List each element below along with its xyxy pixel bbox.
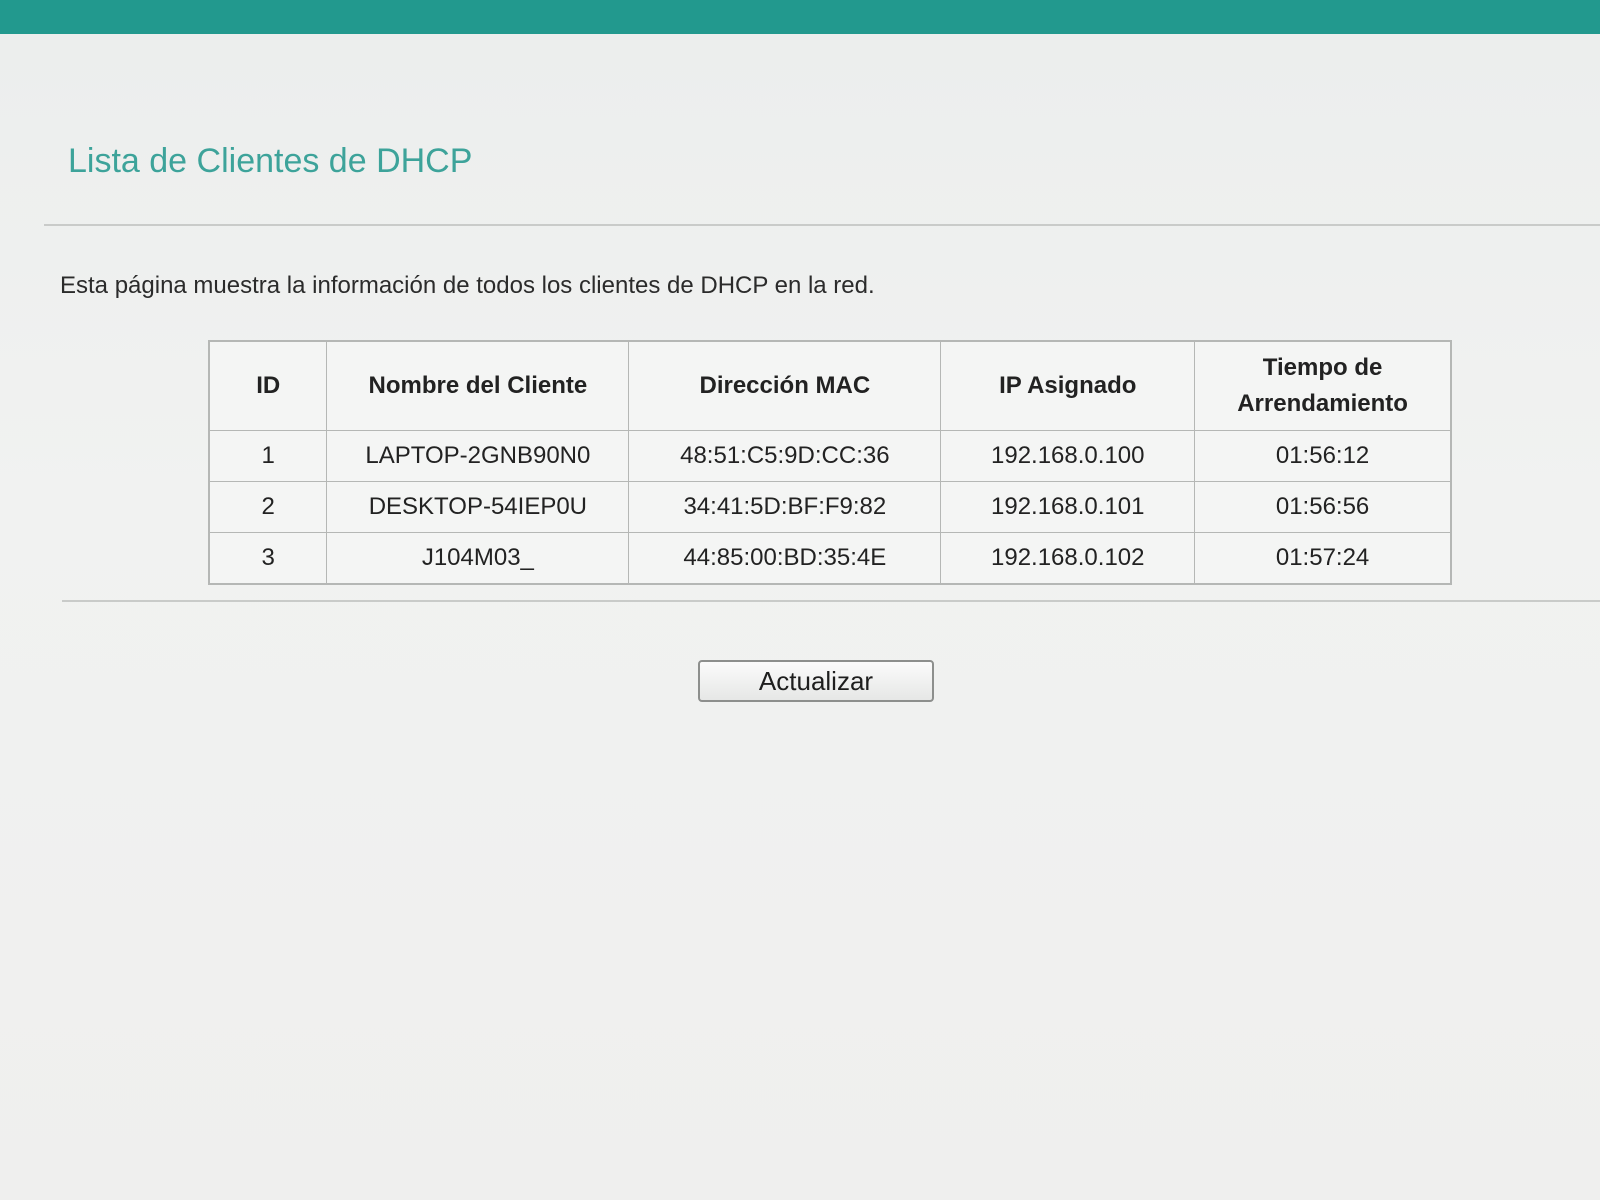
header-id: ID bbox=[208, 340, 328, 431]
header-assigned-ip: IP Asignado bbox=[940, 340, 1196, 431]
header-lease-time-line2: Arrendamiento bbox=[1237, 390, 1408, 417]
cell-mac-address: 34:41:5D:BF:F9:82 bbox=[628, 481, 942, 533]
dhcp-clients-table: ID Nombre del Cliente Dirección MAC IP A… bbox=[208, 340, 1452, 585]
table-header-row: ID Nombre del Cliente Dirección MAC IP A… bbox=[208, 340, 1452, 431]
cell-assigned-ip: 192.168.0.101 bbox=[940, 481, 1196, 533]
table-row: 3 J104M03_ 44:85:00:BD:35:4E 192.168.0.1… bbox=[208, 532, 1452, 585]
cell-lease-time: 01:56:12 bbox=[1194, 430, 1452, 482]
cell-lease-time: 01:56:56 bbox=[1194, 481, 1452, 533]
header-client-name: Nombre del Cliente bbox=[326, 340, 630, 431]
cell-lease-time: 01:57:24 bbox=[1194, 532, 1452, 585]
page-content: Lista de Clientes de DHCP Esta página mu… bbox=[0, 34, 1600, 1200]
refresh-button[interactable]: Actualizar bbox=[698, 660, 934, 702]
header-mac-address: Dirección MAC bbox=[628, 340, 942, 431]
header-lease-time: Tiempo de Arrendamiento bbox=[1194, 340, 1452, 431]
cell-assigned-ip: 192.168.0.102 bbox=[940, 532, 1196, 585]
cell-mac-address: 48:51:C5:9D:CC:36 bbox=[628, 430, 942, 482]
table-row: 1 LAPTOP-2GNB90N0 48:51:C5:9D:CC:36 192.… bbox=[208, 430, 1452, 482]
cell-client-name: J104M03_ bbox=[326, 532, 630, 585]
cell-assigned-ip: 192.168.0.100 bbox=[940, 430, 1196, 482]
table-row: 2 DESKTOP-54IEP0U 34:41:5D:BF:F9:82 192.… bbox=[208, 481, 1452, 533]
cell-client-name: DESKTOP-54IEP0U bbox=[326, 481, 630, 533]
page-title: Lista de Clientes de DHCP bbox=[68, 142, 473, 180]
cell-id: 3 bbox=[208, 532, 328, 585]
table-divider bbox=[62, 600, 1600, 602]
top-bar bbox=[0, 0, 1600, 36]
cell-id: 2 bbox=[208, 481, 328, 533]
cell-client-name: LAPTOP-2GNB90N0 bbox=[326, 430, 630, 482]
cell-id: 1 bbox=[208, 430, 328, 482]
cell-mac-address: 44:85:00:BD:35:4E bbox=[628, 532, 942, 585]
header-lease-time-line1: Tiempo de bbox=[1262, 354, 1383, 381]
title-divider bbox=[44, 224, 1600, 226]
page-description: Esta página muestra la información de to… bbox=[60, 272, 875, 299]
